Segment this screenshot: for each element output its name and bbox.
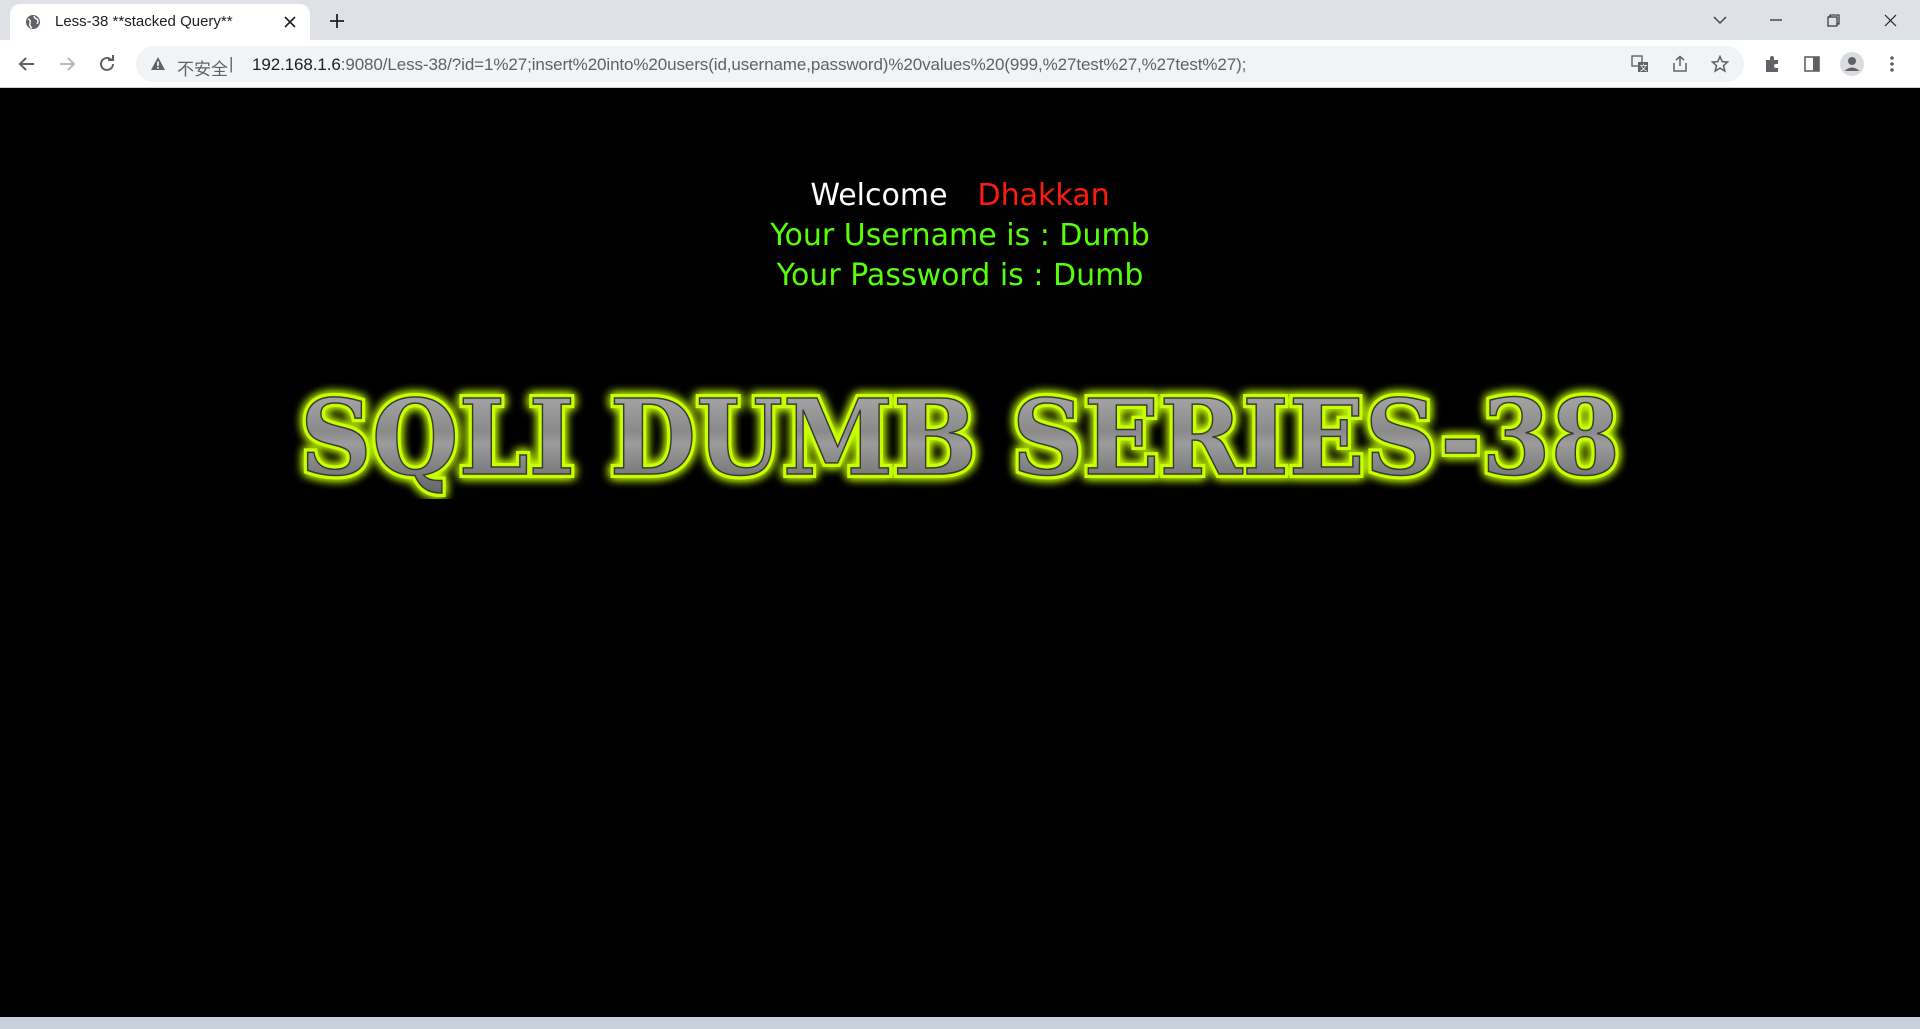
- kebab-menu-icon[interactable]: [1880, 52, 1904, 76]
- welcome-line: Welcome Dhakkan: [0, 178, 1920, 214]
- forward-arrow-icon[interactable]: [53, 50, 81, 78]
- globe-icon: [25, 14, 41, 30]
- web-page: Welcome Dhakkan Your Username is : Dumb Y…: [0, 89, 1920, 1017]
- sqli-dumb-series-banner: SQLI DUMB SERIES-38 SQLI DUMB SERIES-38: [296, 379, 1624, 499]
- side-panel-icon[interactable]: [1800, 52, 1824, 76]
- url-text[interactable]: 192.168.1.6:9080/Less-38/?id=1%27;insert…: [252, 55, 1246, 75]
- svg-text:文: 文: [1640, 63, 1648, 73]
- omnibox-separator: |: [229, 54, 234, 73]
- security-label[interactable]: 不安全: [177, 55, 228, 80]
- restore-icon[interactable]: [1805, 0, 1861, 40]
- share-icon[interactable]: [1670, 54, 1690, 74]
- profile-icon[interactable]: [1840, 52, 1864, 76]
- dhakkan-text: Dhakkan: [977, 178, 1110, 213]
- browser-window: Less-38 **stacked Query** 不安全 | 192.168.…: [0, 0, 1920, 1029]
- translate-icon[interactable]: 文: [1630, 54, 1650, 74]
- back-arrow-icon[interactable]: [13, 50, 41, 78]
- warning-icon[interactable]: [150, 56, 166, 72]
- tab-search-chevron-icon[interactable]: [1692, 0, 1748, 40]
- tab-active[interactable]: Less-38 **stacked Query**: [10, 4, 310, 40]
- reload-icon[interactable]: [93, 50, 121, 78]
- banner-text: SQLI DUMB SERIES-38: [300, 379, 1620, 499]
- url-host: 192.168.1.6: [252, 55, 341, 74]
- address-bar[interactable]: 不安全 | 192.168.1.6:9080/Less-38/?id=1%27;…: [136, 46, 1744, 82]
- url-path: :9080/Less-38/?id=1%27;insert%20into%20u…: [340, 55, 1247, 74]
- puzzle-icon[interactable]: [1760, 52, 1784, 76]
- minimize-icon[interactable]: [1748, 0, 1804, 40]
- close-icon[interactable]: [280, 12, 300, 32]
- browser-toolbar: 不安全 | 192.168.1.6:9080/Less-38/?id=1%27;…: [0, 40, 1920, 88]
- taskbar-strip: [0, 1017, 1920, 1029]
- welcome-text: Welcome: [810, 178, 948, 213]
- star-icon[interactable]: [1710, 54, 1730, 74]
- tab-title: Less-38 **stacked Query**: [55, 13, 233, 30]
- plus-icon[interactable]: [325, 9, 349, 33]
- username-line: Your Username is : Dumb: [770, 218, 1150, 253]
- window-close-icon[interactable]: [1862, 0, 1918, 40]
- password-line: Your Password is : Dumb: [776, 258, 1144, 293]
- tab-strip: Less-38 **stacked Query**: [0, 0, 1920, 40]
